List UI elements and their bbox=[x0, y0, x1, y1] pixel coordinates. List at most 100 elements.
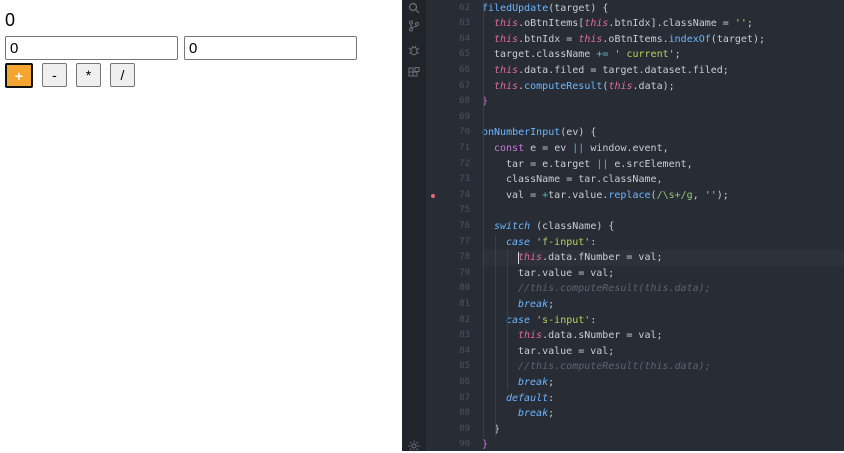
activity-bar bbox=[402, 0, 426, 452]
line-number: 88 bbox=[459, 408, 470, 419]
line-number: 84 bbox=[459, 345, 470, 356]
code-line: case 'f-input': bbox=[482, 235, 844, 251]
line-number-gutter: 62 63 64 65 66 67 68 69 70 71 72 73 74 75 76 77 78 79 80 81… bbox=[426, 0, 480, 451]
code-area[interactable]: filedUpdate(target) {this.oBtnItems[this… bbox=[482, 0, 844, 451]
code-line: className = tar.className, bbox=[482, 172, 844, 188]
line-number: 65 bbox=[459, 49, 470, 60]
code-token: this bbox=[494, 18, 519, 30]
result-display: 0 bbox=[5, 10, 16, 30]
extensions-icon[interactable] bbox=[408, 67, 420, 79]
add-button[interactable]: + bbox=[5, 63, 33, 88]
code-line: default: bbox=[482, 391, 844, 407]
code-token: ; bbox=[746, 18, 753, 30]
code-line: const e = ev || window.event, bbox=[482, 141, 844, 157]
settings-gear-icon[interactable] bbox=[408, 440, 420, 452]
code-token: .data); bbox=[632, 80, 675, 92]
code-line: } bbox=[482, 94, 844, 110]
line-number: 87 bbox=[459, 392, 470, 403]
code-token: .btnIdx = bbox=[518, 33, 579, 45]
code-line: break; bbox=[482, 375, 844, 391]
code-token: switch bbox=[494, 220, 531, 232]
code-token: 'f-input' bbox=[536, 236, 591, 248]
multiply-button[interactable]: * bbox=[76, 63, 101, 87]
code-token: this bbox=[494, 33, 519, 45]
source-control-icon[interactable] bbox=[408, 20, 420, 32]
code-line: break; bbox=[482, 297, 844, 313]
code-token: /\s+/g bbox=[656, 189, 693, 201]
line-number: 80 bbox=[459, 283, 470, 294]
code-token: className = tar.className, bbox=[506, 174, 663, 186]
code-token: : bbox=[548, 392, 555, 404]
code-token: } bbox=[482, 439, 489, 451]
indent-guide bbox=[495, 234, 496, 438]
line-number: 67 bbox=[459, 80, 470, 91]
second-number-input[interactable] bbox=[184, 36, 357, 60]
code-token: : bbox=[590, 314, 597, 326]
line-number: 72 bbox=[459, 158, 470, 169]
operator-buttons: + - * / bbox=[5, 63, 135, 88]
divide-button[interactable]: / bbox=[110, 63, 135, 87]
code-token: ; bbox=[548, 298, 555, 310]
line-number: 71 bbox=[459, 142, 470, 153]
code-line: tar.value = val; bbox=[482, 344, 844, 360]
code-token: const bbox=[494, 142, 525, 154]
code-token: ; bbox=[674, 49, 681, 61]
code-token: || bbox=[596, 158, 609, 170]
subtract-button[interactable]: - bbox=[42, 63, 67, 87]
code-line: this.data.sNumber = val; bbox=[482, 328, 844, 344]
code-editor: 62 63 64 65 66 67 68 69 70 71 72 73 74 75 76 77 78 79 80 81… bbox=[402, 0, 844, 452]
breakpoint-dot[interactable] bbox=[431, 193, 435, 198]
code-token: || bbox=[572, 142, 585, 154]
code-line: this.computeResult(this.data); bbox=[482, 79, 844, 95]
code-token: ); bbox=[716, 189, 729, 201]
code-token: break bbox=[518, 298, 549, 310]
code-token: computeResult bbox=[524, 80, 603, 92]
code-token: //this.computeResult(this.data); bbox=[518, 283, 711, 295]
code-token: case bbox=[506, 314, 531, 326]
code-line: switch (className) { bbox=[482, 219, 844, 235]
code-token: this bbox=[584, 18, 609, 30]
code-token: //this.computeResult(this.data); bbox=[518, 361, 711, 373]
line-number: 83 bbox=[459, 330, 470, 341]
code-token: (target) { bbox=[548, 2, 609, 14]
code-line: this.oBtnItems[this.btnIdx].className = … bbox=[482, 16, 844, 32]
first-number-input[interactable] bbox=[5, 36, 178, 60]
line-number: 75 bbox=[459, 205, 470, 216]
code-line: } bbox=[482, 422, 844, 438]
code-line: val = +tar.value.replace(/\s+/g, ''); bbox=[482, 188, 844, 204]
code-token: e = ev bbox=[524, 142, 573, 154]
line-number: 62 bbox=[459, 2, 470, 13]
code-token: (className) { bbox=[530, 220, 615, 232]
code-token: (ev) { bbox=[560, 127, 597, 139]
line-number: 64 bbox=[459, 33, 470, 44]
code-token: break bbox=[518, 408, 549, 420]
code-token: : bbox=[590, 236, 597, 248]
code-line: break; bbox=[482, 406, 844, 422]
code-token: this bbox=[578, 33, 603, 45]
code-token: this bbox=[494, 64, 519, 76]
line-number: 69 bbox=[459, 111, 470, 122]
code-token: 's-input' bbox=[536, 314, 591, 326]
code-token: default bbox=[506, 392, 549, 404]
code-line: this.btnIdx = this.oBtnItems.indexOf(tar… bbox=[482, 32, 844, 48]
code-token: ; bbox=[548, 408, 555, 420]
code-token: tar.value = val; bbox=[518, 267, 615, 279]
code-line: filedUpdate(target) { bbox=[482, 1, 844, 17]
code-token: ; bbox=[548, 376, 555, 388]
code-token: '' bbox=[734, 18, 747, 30]
code-line: tar = e.target || e.srcElement, bbox=[482, 157, 844, 173]
code-token: target.className bbox=[494, 49, 597, 61]
code-token: filedUpdate bbox=[482, 2, 549, 14]
code-line: //this.computeResult(this.data); bbox=[482, 359, 844, 375]
code-token: .data.fNumber = val; bbox=[542, 252, 663, 264]
line-number: 79 bbox=[459, 267, 470, 278]
code-token: this bbox=[518, 252, 543, 264]
debug-icon[interactable] bbox=[408, 44, 420, 56]
code-token: this bbox=[494, 80, 519, 92]
code-token: tar = e.target bbox=[506, 158, 597, 170]
code-token: (target); bbox=[710, 33, 765, 45]
search-icon[interactable] bbox=[408, 2, 420, 14]
code-line: this.data.fNumber = val; bbox=[482, 250, 844, 266]
